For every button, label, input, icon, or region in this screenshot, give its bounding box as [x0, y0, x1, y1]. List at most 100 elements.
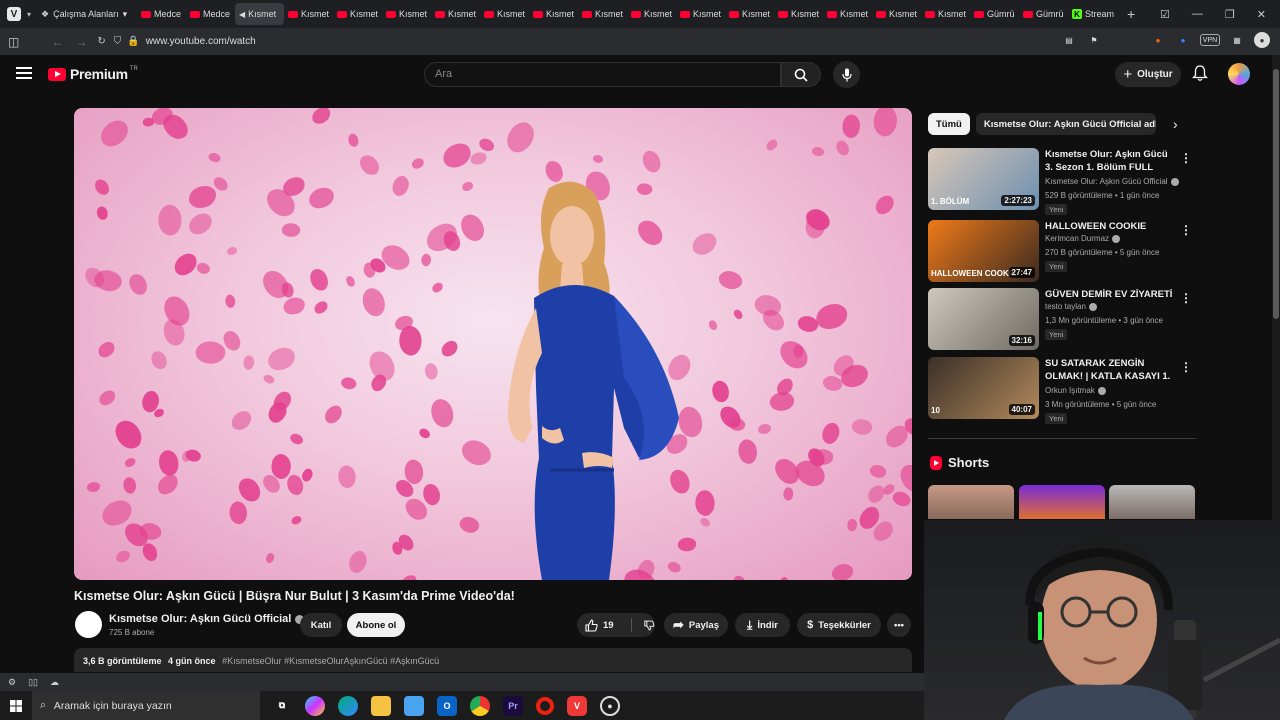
browser-tab[interactable]: Kısmet — [333, 3, 382, 25]
reader-icon[interactable]: ▤ — [1061, 32, 1077, 48]
extension-icon[interactable]: ● — [1150, 32, 1166, 48]
downloads-icon[interactable]: ☑ — [1160, 8, 1170, 21]
recommendation-item[interactable]: 32:16 GÜVEN DEMİR EV ZİYARETİ testo taylan… — [928, 288, 1196, 351]
browser-tab[interactable]: Kısmet — [872, 3, 921, 25]
recommendation-channel[interactable]: testo taylan — [1045, 302, 1097, 311]
channel-avatar[interactable] — [75, 611, 102, 638]
back-icon[interactable]: ← — [51, 35, 63, 49]
like-button[interactable]: 19 — [585, 618, 614, 632]
recommendation-channel[interactable]: Kerimcan Durmaz — [1045, 234, 1121, 243]
panel-toggle-icon[interactable]: ◫ — [8, 35, 19, 49]
scrollbar-thumb[interactable] — [1273, 69, 1279, 319]
settings-icon[interactable]: ⚙ — [8, 677, 16, 688]
tiling-icon[interactable]: ▯▯ — [28, 677, 38, 688]
video-thumbnail[interactable]: 32:16 — [928, 288, 1039, 350]
subscribe-button[interactable]: Abone ol — [347, 613, 405, 637]
search-button[interactable] — [781, 62, 821, 87]
recommendation-channel[interactable]: Kısmetse Olur: Aşkın Gücü Official — [1045, 177, 1179, 186]
forward-icon[interactable]: → — [75, 35, 87, 49]
cloud-icon[interactable]: ☁ — [50, 677, 59, 688]
premiere-icon[interactable]: Pr — [503, 695, 523, 716]
vpn-badge[interactable]: VPN — [1200, 34, 1220, 46]
browser-tab[interactable]: Kısmet — [382, 3, 431, 25]
browser-tab[interactable]: Kısmet — [431, 3, 480, 25]
chrome-icon[interactable] — [470, 695, 490, 716]
outlook-icon[interactable]: O — [437, 695, 457, 716]
copilot-icon[interactable] — [305, 695, 325, 716]
browser-tab[interactable]: Gümrü — [970, 3, 1019, 25]
chip-channel[interactable]: Kısmetse Olur: Aşkın Gücü Official adlı … — [975, 113, 1156, 135]
browser-tab[interactable]: Kısmet — [627, 3, 676, 25]
more-vertical-icon[interactable]: ⋮ — [1180, 151, 1192, 165]
short-thumbnail[interactable] — [928, 485, 1014, 519]
chip-all[interactable]: Tümü — [928, 113, 970, 135]
browser-tab[interactable]: Kısmet — [921, 3, 970, 25]
shield-icon[interactable]: ⛉ — [114, 36, 122, 47]
browser-tab[interactable]: Medce — [186, 3, 235, 25]
browser-tab[interactable]: Medce — [137, 3, 186, 25]
lock-icon[interactable]: 🔒 — [127, 36, 139, 47]
recommendation-item[interactable]: 10 40:07 SU SATARAK ZENGİN OLMAK! | KATLA … — [928, 357, 1196, 424]
bookmark-icon[interactable]: ⚑ — [1086, 32, 1102, 48]
more-vertical-icon[interactable]: ⋮ — [1180, 360, 1192, 374]
browser-tab[interactable]: Kısmet — [578, 3, 627, 25]
extensions-icon[interactable]: ▦ — [1229, 32, 1245, 48]
notifications-bell-icon[interactable] — [1192, 65, 1208, 82]
browser-tab[interactable]: Kısmet — [774, 3, 823, 25]
obs-icon[interactable]: ● — [600, 695, 620, 716]
hashtags[interactable]: #KısmetseOlur #KısmetseOlurAşkınGücü #Aş… — [222, 656, 439, 666]
more-vertical-icon[interactable]: ⋮ — [1180, 223, 1192, 237]
search-input[interactable]: Ara — [424, 62, 781, 87]
youtube-logo[interactable]: Premium TR — [48, 66, 138, 82]
description-box[interactable]: 3,6 B görüntüleme 4 gün önce #KısmetseOl… — [74, 648, 912, 672]
vivaldi-menu-icon[interactable]: V — [7, 7, 21, 21]
taskbar-search[interactable]: ⌕ Aramak için buraya yazın — [32, 691, 260, 720]
video-thumbnail[interactable]: 1. BÖLÜM 2:27:23 — [928, 148, 1039, 210]
extension-icon[interactable]: ● — [1175, 32, 1191, 48]
video-player[interactable] — [74, 108, 912, 580]
chevron-right-icon[interactable]: › — [1173, 116, 1178, 132]
browser-tab[interactable]: Kısmet — [284, 3, 333, 25]
channel-name[interactable]: Kısmetse Olur: Aşkın Gücü Official — [109, 613, 305, 625]
short-thumbnail[interactable] — [1109, 485, 1195, 519]
minimize-button[interactable]: — — [1192, 8, 1203, 20]
browser-tab[interactable]: Kısmet — [480, 3, 529, 25]
video-thumbnail[interactable]: HALLOWEEN COOKIE 27:47 — [928, 220, 1039, 282]
chevron-down-icon[interactable]: ▾ — [27, 10, 31, 19]
more-vertical-icon[interactable]: ⋮ — [1180, 291, 1192, 305]
voice-search-button[interactable] — [833, 61, 860, 88]
create-button[interactable]: + Oluştur — [1115, 62, 1181, 87]
url-field[interactable]: www.youtube.com/watch — [146, 36, 256, 47]
store-icon[interactable] — [404, 695, 424, 716]
browser-tab[interactable]: K Stream — [1068, 3, 1117, 25]
close-button[interactable]: ✕ — [1257, 8, 1266, 21]
vivaldi-icon[interactable]: V — [567, 695, 587, 716]
share-button[interactable]: ➦ Paylaş — [664, 613, 728, 637]
browser-tab[interactable]: Gümrü — [1019, 3, 1068, 25]
start-button[interactable] — [0, 699, 32, 712]
recommendation-item[interactable]: 1. BÖLÜM 2:27:23 Kısmetse Olur: Aşkın Gücü… — [928, 148, 1196, 215]
account-avatar[interactable] — [1228, 63, 1250, 85]
maximize-button[interactable]: ❐ — [1225, 8, 1235, 21]
workspaces-button[interactable]: ❖ Çalışma Alanları ▾ — [41, 9, 137, 20]
more-actions-button[interactable]: ••• — [887, 613, 911, 637]
recommendation-channel[interactable]: Orkun Işıtmak — [1045, 386, 1106, 395]
video-thumbnail[interactable]: 10 40:07 — [928, 357, 1039, 419]
new-tab-button[interactable]: + — [1127, 6, 1145, 22]
short-thumbnail[interactable] — [1019, 485, 1105, 519]
reload-icon[interactable]: ↻ — [97, 36, 105, 47]
edge-icon[interactable] — [338, 695, 358, 716]
thumbs-down-icon[interactable] — [644, 619, 655, 632]
thanks-button[interactable]: $ Teşekkürler — [797, 613, 881, 637]
recommendation-item[interactable]: HALLOWEEN COOKIE 27:47 HALLOWEEN COOKIE Ker… — [928, 220, 1196, 283]
join-button[interactable]: Katıl — [300, 613, 342, 637]
menu-icon[interactable] — [16, 67, 32, 79]
profile-icon[interactable]: ● — [1254, 32, 1270, 48]
browser-tab[interactable]: Kısmet — [823, 3, 872, 25]
download-button[interactable]: ⤓ İndir — [735, 613, 790, 637]
task-view-icon[interactable]: ⧉ — [272, 696, 292, 716]
browser-tab[interactable]: Kısmet — [529, 3, 578, 25]
browser-tab[interactable]: ◀ Kısmet — [235, 3, 285, 25]
browser-tab[interactable]: Kısmet — [725, 3, 774, 25]
browser-tab[interactable]: Kısmet — [676, 3, 725, 25]
